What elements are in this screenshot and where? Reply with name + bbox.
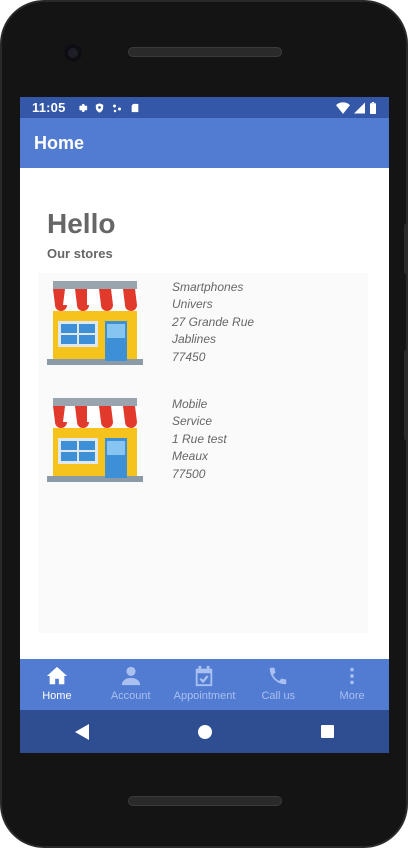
nav-home[interactable]: Home	[20, 659, 94, 710]
bottom-speaker	[128, 796, 282, 806]
nav-appointment-label: Appointment	[173, 690, 236, 702]
status-time: 11:05	[32, 100, 66, 115]
store-name-line2: Service	[172, 414, 213, 429]
greeting-heading: Hello	[47, 208, 116, 239]
store-postcode: 77450	[172, 349, 206, 364]
more-vertical-icon	[350, 667, 354, 685]
shield-icon	[95, 102, 103, 113]
main-content: Hello Our stores Smartphones Univers 27 …	[20, 168, 389, 659]
earpiece-speaker	[128, 47, 282, 57]
screen: 11:05 Home Hello Our stores Smartphones …	[20, 97, 389, 753]
power-button	[404, 350, 408, 440]
store-address: Mobile Service 1 Rue test Meaux 77500	[172, 396, 227, 483]
store-name-line1: Mobile	[172, 397, 208, 411]
nav-call-us[interactable]: Call us	[241, 659, 315, 710]
nav-call-us-label: Call us	[261, 690, 296, 702]
sd-card-icon	[131, 103, 138, 112]
wifi-icon	[336, 101, 350, 114]
store-postcode: 77500	[172, 466, 206, 481]
store-list-item[interactable]: Smartphones Univers 27 Grande Rue Jablin…	[45, 279, 375, 389]
back-icon[interactable]	[74, 723, 89, 740]
home-circle-icon[interactable]	[197, 724, 212, 739]
phone-icon	[270, 667, 287, 685]
front-camera	[64, 44, 82, 62]
store-list-item[interactable]: Mobile Service 1 Rue test Meaux 77500	[45, 396, 375, 506]
store-street: 27 Grande Rue	[172, 314, 255, 329]
status-bar: 11:05	[20, 97, 389, 118]
vpn-key-icon	[112, 104, 121, 112]
storefront-icon	[47, 398, 143, 482]
home-icon	[46, 666, 67, 685]
store-city: Jablines	[172, 332, 217, 347]
bottom-navigation: Home Account Appointment Call us More	[20, 659, 389, 710]
nav-more-label: More	[339, 690, 365, 702]
volume-button	[404, 224, 408, 274]
recents-icon[interactable]	[321, 725, 335, 738]
app-bar-title: Home	[34, 132, 85, 153]
nav-account[interactable]: Account	[94, 659, 168, 710]
store-address: Smartphones Univers 27 Grande Rue Jablin…	[172, 279, 254, 366]
battery-icon	[370, 101, 376, 114]
store-city: Meaux	[172, 449, 209, 464]
nav-appointment[interactable]: Appointment	[168, 659, 242, 710]
store-street: 1 Rue test	[172, 431, 227, 446]
section-title: Our stores	[47, 246, 113, 261]
calendar-check-icon	[196, 665, 213, 687]
storefront-icon	[47, 281, 143, 365]
system-navigation-bar	[20, 710, 389, 753]
cell-signal-icon	[354, 102, 365, 113]
settings-icon	[78, 103, 88, 112]
nav-more[interactable]: More	[315, 659, 389, 710]
store-name-line1: Smartphones	[172, 280, 244, 294]
app-bar: Home	[20, 118, 389, 168]
nav-account-label: Account	[110, 690, 151, 702]
nav-home-label: Home	[42, 690, 72, 702]
phone-frame: 11:05 Home Hello Our stores Smartphones …	[0, 0, 408, 848]
store-name-line2: Univers	[172, 297, 213, 312]
user-icon	[121, 666, 140, 686]
